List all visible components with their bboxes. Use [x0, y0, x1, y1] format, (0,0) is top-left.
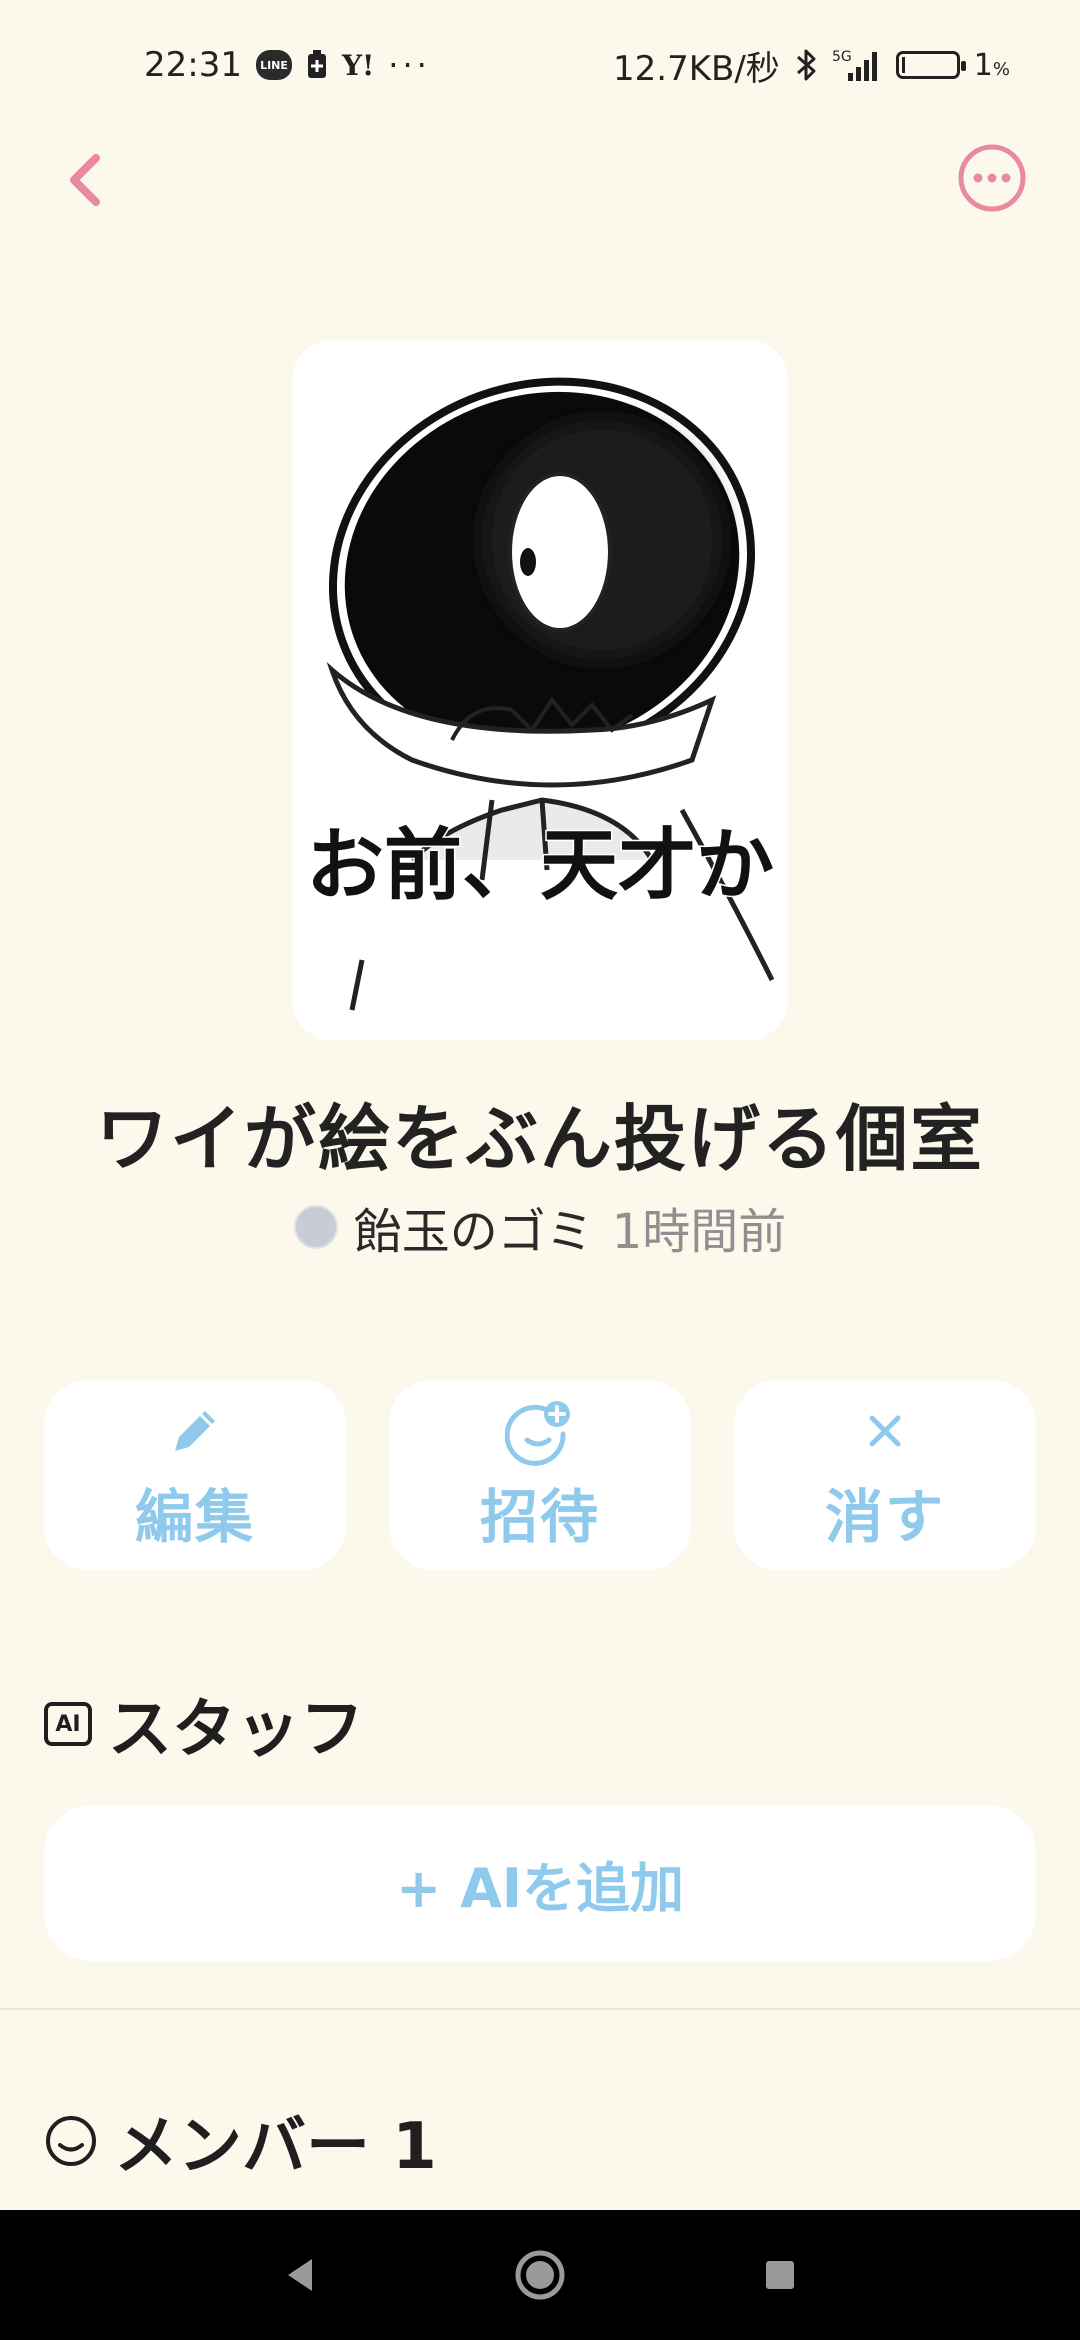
invite-label: 招待: [479, 1483, 600, 1551]
delete-button[interactable]: 消す: [734, 1380, 1036, 1570]
battery-percent-value: 1: [973, 47, 993, 83]
invite-button[interactable]: 招待: [389, 1380, 691, 1570]
delete-label: 消す: [824, 1483, 945, 1551]
add-ai-button[interactable]: + AIを追加: [44, 1805, 1036, 1961]
nav-recents-button[interactable]: [740, 2235, 820, 2315]
more-notifications-icon: ···: [388, 46, 431, 84]
smile-face-icon: [44, 2114, 98, 2168]
room-title: ワイが絵をぶん投げる個室: [95, 1097, 984, 1181]
section-divider: [0, 2008, 1080, 2010]
bluetooth-icon: [794, 47, 818, 83]
author-avatar[interactable]: [293, 1205, 338, 1249]
status-right: 12.7KB/秒 5G 1%: [613, 41, 1010, 90]
members-heading-label: メンバー 1: [114, 2110, 437, 2184]
battery-saver-icon: [306, 50, 328, 80]
posted-time: 1時間前: [611, 1204, 787, 1260]
edit-label: 編集: [134, 1483, 255, 1551]
ai-icon: AI: [44, 1702, 92, 1746]
room-actions: 編集 招待 消す: [44, 1380, 1036, 1570]
status-left: 22:31 LINE Y! ···: [144, 45, 431, 85]
room-meta: 飴玉のゴミ 1時間前: [0, 1192, 1080, 1262]
edit-button[interactable]: 編集: [44, 1380, 346, 1570]
pencil-icon: [175, 1411, 215, 1451]
staff-section-heading: AI スタッフ: [44, 1678, 364, 1770]
battery-percent-unit: %: [992, 58, 1010, 80]
square-recents-icon: [766, 2261, 794, 2289]
members-section-heading: メンバー 1: [44, 2095, 437, 2187]
chevron-left-icon: [70, 154, 100, 206]
status-time: 22:31: [144, 45, 242, 85]
more-horizontal-icon: [958, 144, 1026, 212]
signal-icon: 5G: [832, 47, 882, 83]
staff-heading-label: スタッフ: [108, 1693, 364, 1767]
net-speed: 12.7KB/秒: [613, 48, 780, 89]
line-icon: LINE: [255, 50, 292, 80]
room-cover-image: お前、天才か: [292, 340, 788, 1040]
circle-home-icon: [515, 2250, 565, 2300]
add-person-icon: [505, 1401, 570, 1466]
nav-back-button[interactable]: [260, 2235, 340, 2315]
triangle-back-icon: [288, 2259, 312, 2291]
yahoo-icon: Y!: [341, 48, 375, 82]
status-bar: 22:31 LINE Y! ··· 12.7KB/秒 5G 1%: [0, 0, 1080, 130]
back-button[interactable]: [56, 140, 120, 220]
network-type-label: 5G: [832, 49, 852, 65]
system-nav-bar: [0, 2210, 1080, 2340]
cover-caption: お前、天才か: [306, 821, 774, 911]
close-icon: [869, 1415, 901, 1447]
more-options-button[interactable]: [956, 142, 1028, 214]
cover-drawing: お前、天才か: [292, 340, 788, 1040]
battery-percent: 1%: [974, 48, 1010, 83]
battery-icon: [895, 51, 966, 79]
nav-home-button[interactable]: [500, 2235, 580, 2315]
author-name[interactable]: 飴玉のゴミ: [354, 1192, 594, 1262]
